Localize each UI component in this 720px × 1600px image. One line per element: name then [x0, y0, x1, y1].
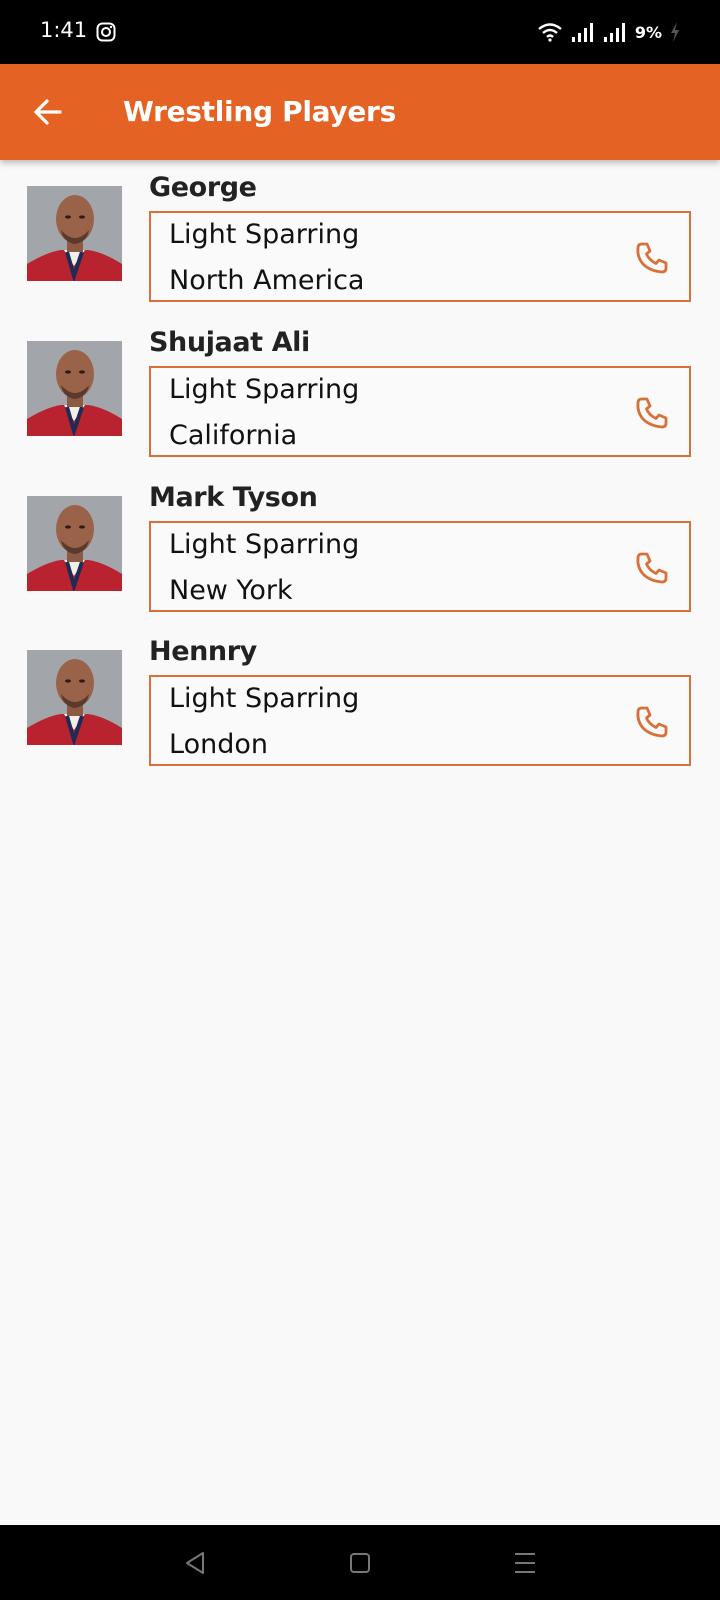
- player-style: Light Sparring: [169, 529, 360, 560]
- player-location: North America: [169, 265, 365, 296]
- signal-icon: [603, 23, 625, 42]
- arrow-back-icon[interactable]: [28, 92, 68, 132]
- wifi-icon: [538, 23, 562, 42]
- avatar: [27, 650, 122, 745]
- battery-charging-icon: [671, 22, 679, 42]
- player-name: George: [149, 172, 257, 203]
- back-triangle-icon[interactable]: [177, 1545, 213, 1581]
- player-style: Light Sparring: [169, 374, 360, 405]
- page-title: Wrestling Players: [123, 95, 396, 128]
- player-info-card: Light Sparring New York: [149, 521, 691, 612]
- system-nav-bar: [0, 1525, 720, 1600]
- phone-icon[interactable]: [633, 549, 671, 587]
- player-style: Light Sparring: [169, 683, 360, 714]
- list-item[interactable]: Mark Tyson Light Sparring New York: [0, 470, 720, 615]
- player-name: Hennry: [149, 636, 257, 667]
- app-bar: Wrestling Players: [0, 64, 720, 160]
- player-location: California: [169, 420, 298, 451]
- home-square-icon[interactable]: [342, 1545, 378, 1581]
- list-item[interactable]: George Light Sparring North America: [0, 160, 720, 305]
- player-photo: [27, 496, 122, 591]
- phone-icon[interactable]: [633, 239, 671, 277]
- status-time: 1:41: [40, 18, 88, 42]
- menu-lines-icon[interactable]: [507, 1545, 543, 1581]
- battery-percent: 9%: [634, 22, 662, 42]
- avatar: [27, 186, 122, 281]
- player-name: Shujaat Ali: [149, 327, 310, 358]
- player-photo: [27, 186, 122, 281]
- avatar: [27, 496, 122, 591]
- phone-icon[interactable]: [633, 394, 671, 432]
- list-item[interactable]: Hennry Light Sparring London: [0, 624, 720, 769]
- player-photo: [27, 650, 122, 745]
- player-style: Light Sparring: [169, 219, 360, 250]
- player-location: London: [169, 729, 268, 760]
- player-photo: [27, 341, 122, 436]
- avatar: [27, 341, 122, 436]
- phone-icon[interactable]: [633, 703, 671, 741]
- signal-icon: [571, 23, 593, 42]
- player-info-card: Light Sparring California: [149, 366, 691, 457]
- player-location: New York: [169, 575, 293, 606]
- player-info-card: Light Sparring London: [149, 675, 691, 766]
- status-indicators: 9%: [537, 18, 680, 46]
- player-name: Mark Tyson: [149, 482, 318, 513]
- status-bar: 1:41 9%: [0, 0, 720, 64]
- player-info-card: Light Sparring North America: [149, 211, 691, 302]
- list-item[interactable]: Shujaat Ali Light Sparring California: [0, 315, 720, 460]
- instagram-icon: [96, 22, 116, 42]
